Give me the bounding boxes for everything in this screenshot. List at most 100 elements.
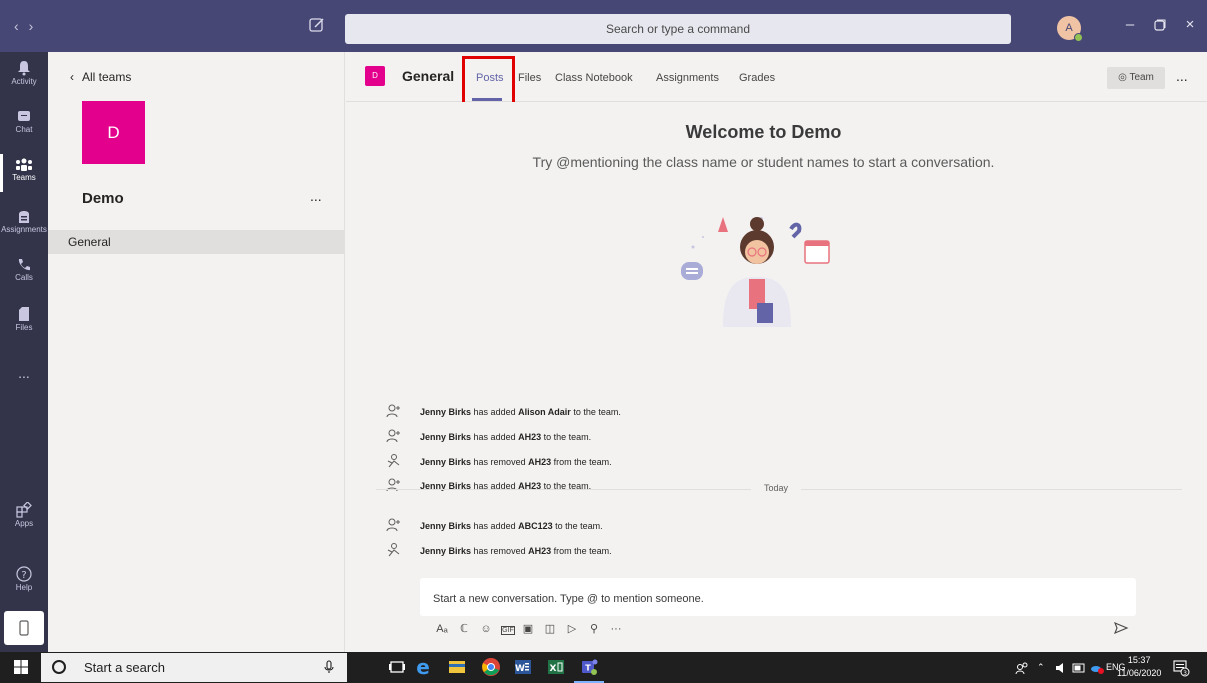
svg-text:e: e xyxy=(416,656,430,678)
avatar[interactable]: A xyxy=(1057,16,1083,42)
sticker-icon[interactable]: ▣ xyxy=(518,622,538,635)
tab-files[interactable]: Files xyxy=(518,72,541,84)
assignments-icon xyxy=(19,211,29,223)
appbar-calls[interactable]: Calls xyxy=(0,250,48,296)
appbar-label: Help xyxy=(15,583,33,592)
bell-icon xyxy=(18,61,30,76)
activity-actor: Jenny Birks xyxy=(420,407,472,417)
help-icon: ? xyxy=(16,566,32,582)
all-teams-link[interactable]: ‹ All teams xyxy=(70,70,131,84)
taskbar-search-input[interactable]: Start a search xyxy=(41,653,347,682)
appbar-label: Assignments xyxy=(1,225,47,234)
activity-target: AH23 xyxy=(528,546,552,556)
compose-input[interactable]: Start a new conversation. Type @ to ment… xyxy=(420,578,1136,616)
emoji-icon[interactable]: ☺ xyxy=(476,623,496,635)
team-button-label: Team xyxy=(1129,72,1154,83)
microphone-icon[interactable] xyxy=(324,660,334,674)
activity-action: has added xyxy=(473,521,516,531)
appbar-chat[interactable]: Chat xyxy=(0,102,48,148)
meet-now-icon[interactable]: ◫ xyxy=(540,622,560,635)
team-more-options[interactable]: ... xyxy=(310,188,322,204)
remove-person-icon xyxy=(387,543,400,557)
chrome-icon[interactable] xyxy=(480,656,502,678)
taskbar-search-placeholder: Start a search xyxy=(84,660,165,675)
volume-icon[interactable] xyxy=(1054,661,1068,675)
avatar-initial: A xyxy=(1065,22,1073,34)
windows-start-icon[interactable] xyxy=(14,660,28,674)
teams-icon xyxy=(16,158,32,171)
appbar-apps[interactable]: Apps xyxy=(0,494,48,540)
appbar-files[interactable]: Files xyxy=(0,298,48,344)
apps-icon xyxy=(16,502,32,518)
activity-action: has added xyxy=(473,407,516,417)
stream-icon[interactable]: ▷ xyxy=(562,622,582,635)
maximize-icon[interactable] xyxy=(1150,16,1170,35)
activity-actor: Jenny Birks xyxy=(420,432,472,442)
activity-target: Alison Adair xyxy=(518,407,571,417)
app-bar: Activity Chat Teams Assignments Calls Fi… xyxy=(0,52,48,652)
close-icon[interactable]: × xyxy=(1180,16,1200,33)
system-clock[interactable]: 15:37 11/06/2020 xyxy=(1117,654,1161,680)
appbar-label: Calls xyxy=(15,273,33,282)
excel-icon[interactable]: X xyxy=(545,656,567,678)
welcome-subtitle: Try @mentioning the class name or studen… xyxy=(532,154,995,170)
appbar-label: Apps xyxy=(14,519,34,528)
mobile-device-button[interactable] xyxy=(4,611,44,645)
new-chat-icon[interactable] xyxy=(308,16,328,36)
minimize-icon[interactable]: – xyxy=(1120,16,1140,33)
activity-suffix: to the team. xyxy=(555,521,603,531)
activity-actor: Jenny Birks xyxy=(420,521,472,531)
channel-header: D General Posts Files Class Notebook Ass… xyxy=(346,52,1207,110)
more-options-icon[interactable]: ··· xyxy=(606,623,626,635)
gif-icon[interactable]: GIF xyxy=(501,626,515,635)
add-person-icon xyxy=(386,429,400,443)
compose-toolbar: Aₐ ℂ ☺ GIF ▣ ◫ ▷ ⚲ ··· xyxy=(432,622,628,635)
format-icon[interactable]: Aₐ xyxy=(432,623,452,635)
phone-icon xyxy=(18,259,30,271)
channel-badge: D xyxy=(365,66,385,86)
forward-arrow-icon[interactable]: › xyxy=(29,18,44,34)
action-center-icon[interactable]: 3 xyxy=(1172,659,1190,677)
activity-suffix: from the team. xyxy=(553,546,612,556)
eye-icon: ◎ xyxy=(1118,72,1127,83)
file-explorer-icon[interactable] xyxy=(446,656,468,678)
tab-class-notebook[interactable]: Class Notebook xyxy=(555,72,633,84)
windows-taskbar: Start a search e W X T ⌃ ENG 15:37 11/06… xyxy=(0,652,1207,683)
appbar-label: Files xyxy=(15,323,33,332)
search-input[interactable]: Search or type a command xyxy=(345,14,1011,44)
battery-icon[interactable] xyxy=(1072,662,1086,674)
tab-grades[interactable]: Grades xyxy=(739,72,775,84)
teams-taskbar-icon[interactable]: T xyxy=(578,656,600,678)
edge-icon[interactable]: e xyxy=(412,656,434,678)
task-view-icon[interactable] xyxy=(386,656,408,678)
add-person-icon xyxy=(386,404,400,418)
activity-target: ABC123 xyxy=(518,521,553,531)
appbar-label: Chat xyxy=(15,125,33,134)
team-button[interactable]: ◎ Team xyxy=(1107,67,1165,89)
people-icon[interactable] xyxy=(1015,661,1029,675)
channel-more-options[interactable]: ... xyxy=(1176,68,1188,84)
channel-item-general[interactable]: General xyxy=(48,230,344,254)
appbar-teams[interactable]: Teams xyxy=(0,150,48,196)
back-arrow-icon[interactable]: ‹ xyxy=(14,18,29,34)
appbar-help[interactable]: ? Help xyxy=(0,558,48,604)
praise-icon[interactable]: ⚲ xyxy=(584,622,604,635)
send-icon[interactable] xyxy=(1113,620,1129,636)
channel-title: General xyxy=(402,68,455,84)
network-warning-icon[interactable] xyxy=(1090,661,1106,675)
attach-icon[interactable]: ℂ xyxy=(454,622,474,635)
activity-action: has removed xyxy=(473,546,526,556)
remove-person-icon xyxy=(387,454,400,468)
word-icon[interactable]: W xyxy=(512,656,534,678)
chevron-left-icon: ‹ xyxy=(70,70,74,84)
appbar-label: Teams xyxy=(12,173,36,182)
activity-suffix: from the team. xyxy=(553,457,612,467)
svg-text:?: ? xyxy=(21,570,26,581)
chevron-up-icon[interactable]: ⌃ xyxy=(1037,662,1045,673)
appbar-activity[interactable]: Activity xyxy=(0,52,48,98)
title-bar: ‹› Search or type a command A – × xyxy=(0,0,1207,52)
appbar-more[interactable]: ... xyxy=(0,358,48,404)
tab-assignments[interactable]: Assignments xyxy=(656,72,719,84)
appbar-assignments[interactable]: Assignments xyxy=(0,200,48,246)
chat-icon xyxy=(18,111,30,121)
